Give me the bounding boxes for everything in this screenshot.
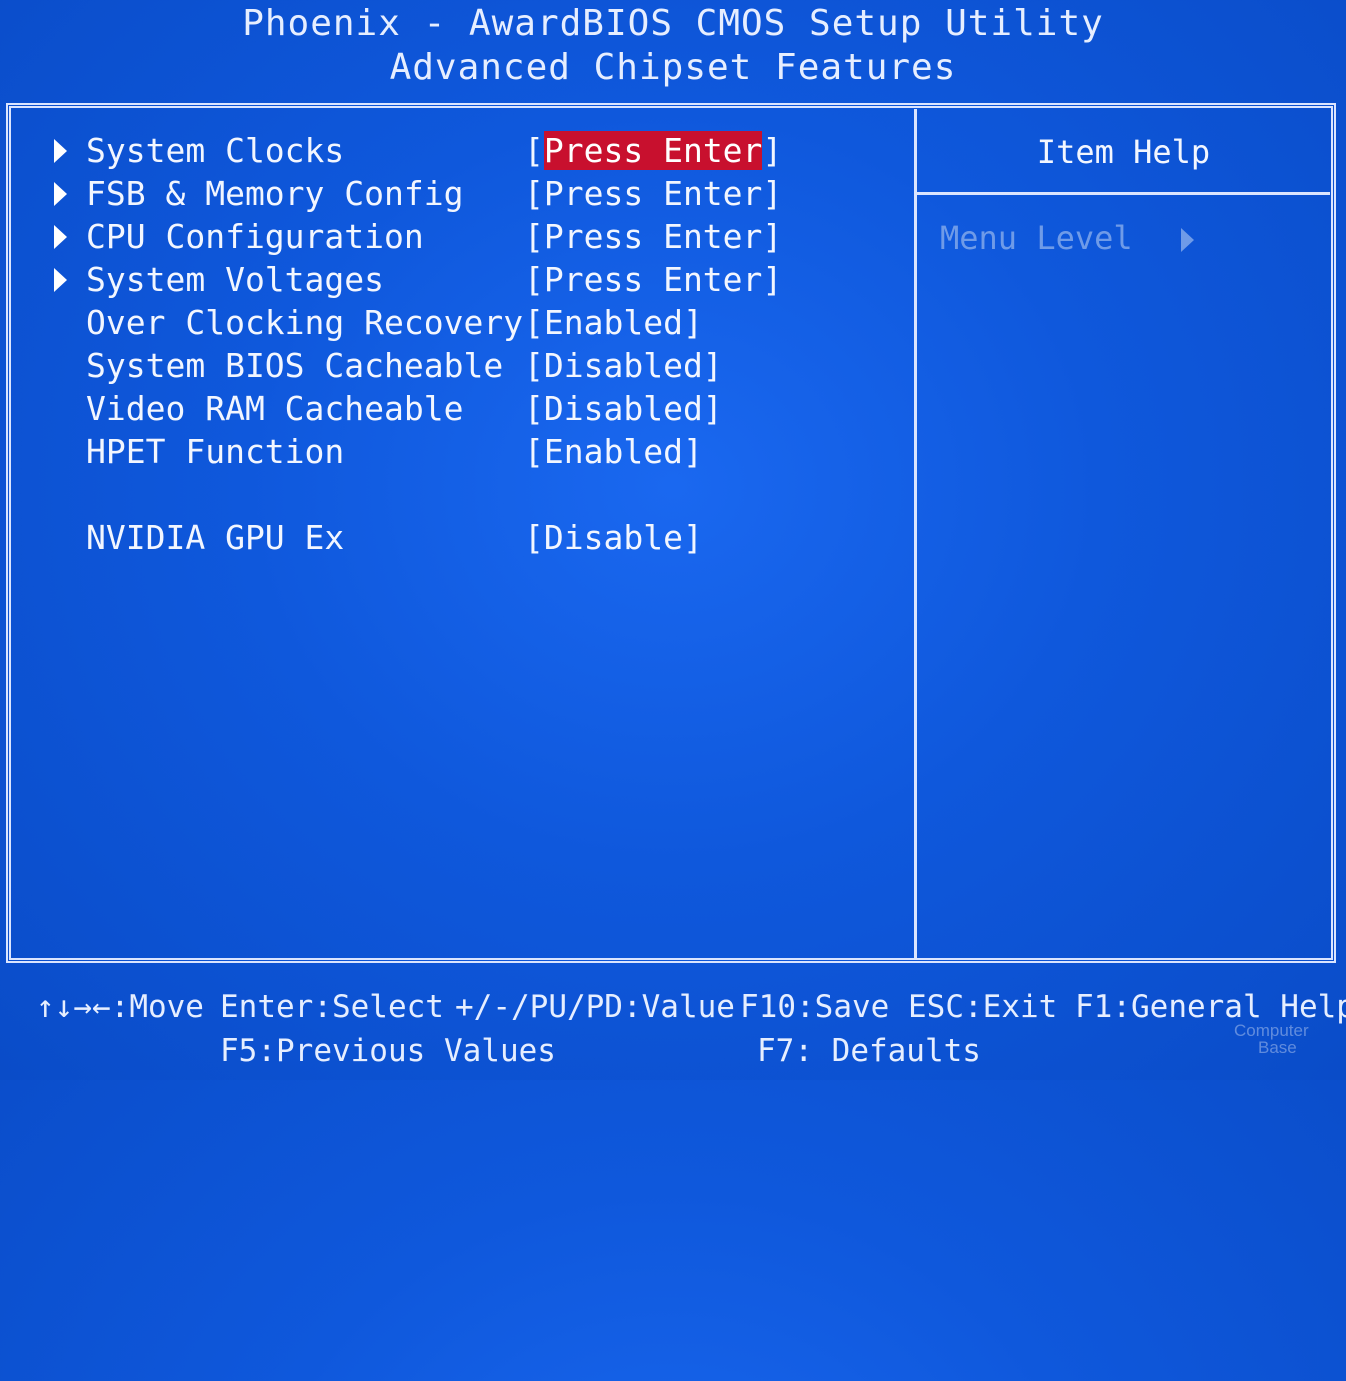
- menu-item-fsb-memory-config[interactable]: FSB & Memory Config [Press Enter]: [14, 174, 782, 214]
- menu-item-nvidia-gpu-ex[interactable]: NVIDIA GPU Ex [Disable]: [14, 518, 703, 558]
- menu-item-label: Video RAM Cacheable: [86, 389, 464, 428]
- menu-item-value[interactable]: [Enabled]: [524, 432, 703, 472]
- submenu-triangle-icon: [54, 182, 67, 206]
- key-save: F10:Save: [740, 989, 890, 1025]
- menu-item-system-clocks[interactable]: System Clocks [Press Enter]: [14, 131, 782, 171]
- menu-item-label: NVIDIA GPU Ex: [86, 518, 345, 557]
- menu-item-value[interactable]: [Disabled]: [524, 389, 723, 429]
- menu-item-label: CPU Configuration: [86, 217, 424, 256]
- key-move: ↑↓→←:Move: [36, 989, 204, 1025]
- triangle-right-icon: [1180, 228, 1194, 252]
- pane-divider: [914, 109, 917, 959]
- menu-item-label: Over Clocking Recovery: [86, 303, 524, 342]
- menu-item-system-bios-cacheable[interactable]: System BIOS Cacheable [Disabled]: [14, 346, 723, 386]
- menu-item-label: FSB & Memory Config: [86, 174, 464, 213]
- menu-item-cpu-configuration[interactable]: CPU Configuration [Press Enter]: [14, 217, 782, 257]
- settings-list: System Clocks [Press Enter] FSB & Memory…: [14, 109, 914, 957]
- key-defaults: F7: Defaults: [757, 1033, 981, 1069]
- menu-item-value[interactable]: [Disabled]: [524, 346, 723, 386]
- menu-item-label: System Clocks: [86, 131, 345, 170]
- key-legend: ↑↓→←:Move Enter:Select +/-/PU/PD:Value F…: [0, 985, 1346, 1080]
- menu-item-label: HPET Function: [86, 432, 345, 471]
- menu-level-label: Menu Level: [940, 219, 1133, 257]
- menu-item-over-clocking-recovery[interactable]: Over Clocking Recovery [Enabled]: [14, 303, 703, 343]
- menu-item-label: System Voltages: [86, 260, 385, 299]
- menu-item-value[interactable]: [Press Enter]: [524, 131, 782, 171]
- computerbase-watermark: Computer Base: [1234, 1021, 1309, 1057]
- menu-item-hpet-function[interactable]: HPET Function [Enabled]: [14, 432, 703, 472]
- menu-level-indicator: Menu Level: [940, 218, 1194, 258]
- menu-item-value[interactable]: [Disable]: [524, 518, 703, 558]
- menu-item-system-voltages[interactable]: System Voltages [Press Enter]: [14, 260, 782, 300]
- menu-item-label: System BIOS Cacheable: [86, 346, 504, 385]
- submenu-triangle-icon: [54, 139, 67, 163]
- menu-item-video-ram-cacheable[interactable]: Video RAM Cacheable [Disabled]: [14, 389, 723, 429]
- menu-item-value[interactable]: [Press Enter]: [524, 217, 782, 257]
- menu-item-value[interactable]: [Press Enter]: [524, 260, 782, 300]
- key-value: +/-/PU/PD:Value: [455, 989, 735, 1025]
- submenu-triangle-icon: [54, 225, 67, 249]
- submenu-triangle-icon: [54, 268, 67, 292]
- key-exit: ESC:Exit: [908, 989, 1058, 1025]
- bios-header: Phoenix - AwardBIOS CMOS Setup Utility A…: [0, 0, 1346, 100]
- key-previous-values: F5:Previous Values: [220, 1033, 556, 1069]
- bios-title: Phoenix - AwardBIOS CMOS Setup Utility: [242, 3, 1104, 44]
- key-select: Enter:Select: [220, 989, 444, 1025]
- selected-value-highlight[interactable]: Press Enter: [543, 131, 763, 170]
- menu-item-value[interactable]: [Press Enter]: [524, 174, 782, 214]
- item-help-title: Item Help: [917, 109, 1330, 195]
- page-title: Advanced Chipset Features: [389, 47, 957, 88]
- menu-item-value[interactable]: [Enabled]: [524, 303, 703, 343]
